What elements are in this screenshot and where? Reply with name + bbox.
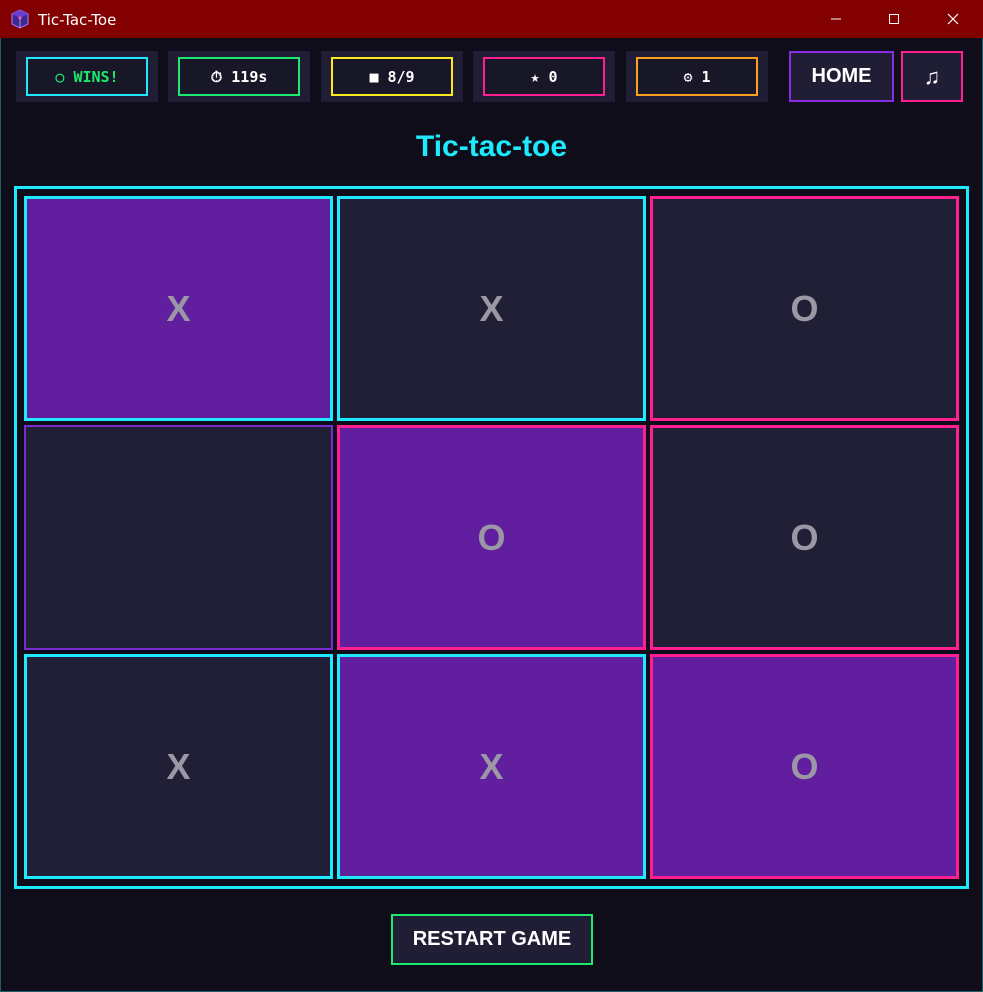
stat-card-score: ★ 0 <box>473 51 615 102</box>
restart-game-button[interactable]: RESTART GAME <box>391 914 593 965</box>
board-cell-8[interactable]: X <box>337 654 646 879</box>
board-cell-7[interactable]: X <box>24 654 333 879</box>
score-text: 0 <box>548 67 558 86</box>
stat-card-timer: ⏱ 119s <box>168 51 310 102</box>
cube-icon <box>11 9 29 29</box>
square-icon: ■ <box>369 67 379 86</box>
stat-card-level: ⚙ 1 <box>626 51 768 102</box>
level-text: 1 <box>701 67 711 86</box>
maximize-icon <box>889 14 899 24</box>
board-cell-6[interactable]: O <box>650 425 959 650</box>
moves-badge: ■ 8/9 <box>331 57 453 96</box>
music-toggle-button[interactable]: ♫ <box>901 51 963 102</box>
status-badge: ○ WINS! <box>26 57 148 96</box>
maximize-button[interactable] <box>866 0 922 38</box>
timer-badge: ⏱ 119s <box>178 57 300 96</box>
window-title: Tic-Tac-Toe <box>38 11 117 29</box>
minimize-button[interactable] <box>808 0 864 38</box>
level-badge: ⚙ 1 <box>636 57 758 96</box>
game-title: Tic-tac-toe <box>415 130 568 163</box>
timer-text: 119s <box>231 67 268 86</box>
window-titlebar: Tic-Tac-Toe <box>0 0 983 38</box>
home-button[interactable]: HOME <box>789 51 894 102</box>
close-icon <box>947 13 959 25</box>
board-cell-5[interactable]: O <box>337 425 646 650</box>
game-board: X X O O O X X O <box>14 186 969 889</box>
gear-icon: ⚙ <box>683 67 693 86</box>
board-cell-1[interactable]: X <box>24 196 333 421</box>
close-button[interactable] <box>925 0 981 38</box>
stopwatch-icon: ⏱ <box>210 67 223 86</box>
status-text: WINS! <box>73 67 119 86</box>
stat-card-moves: ■ 8/9 <box>321 51 463 102</box>
moves-text: 8/9 <box>387 67 415 86</box>
circle-icon: ○ <box>55 67 65 86</box>
score-badge: ★ 0 <box>483 57 605 96</box>
board-cell-3[interactable]: O <box>650 196 959 421</box>
stat-card-status: ○ WINS! <box>16 51 158 102</box>
minimize-icon <box>831 18 841 20</box>
board-cell-2[interactable]: X <box>337 196 646 421</box>
music-note-icon: ♫ <box>923 63 941 89</box>
star-icon: ★ <box>530 67 540 86</box>
board-cell-4[interactable] <box>24 425 333 650</box>
board-cell-9[interactable]: O <box>650 654 959 879</box>
